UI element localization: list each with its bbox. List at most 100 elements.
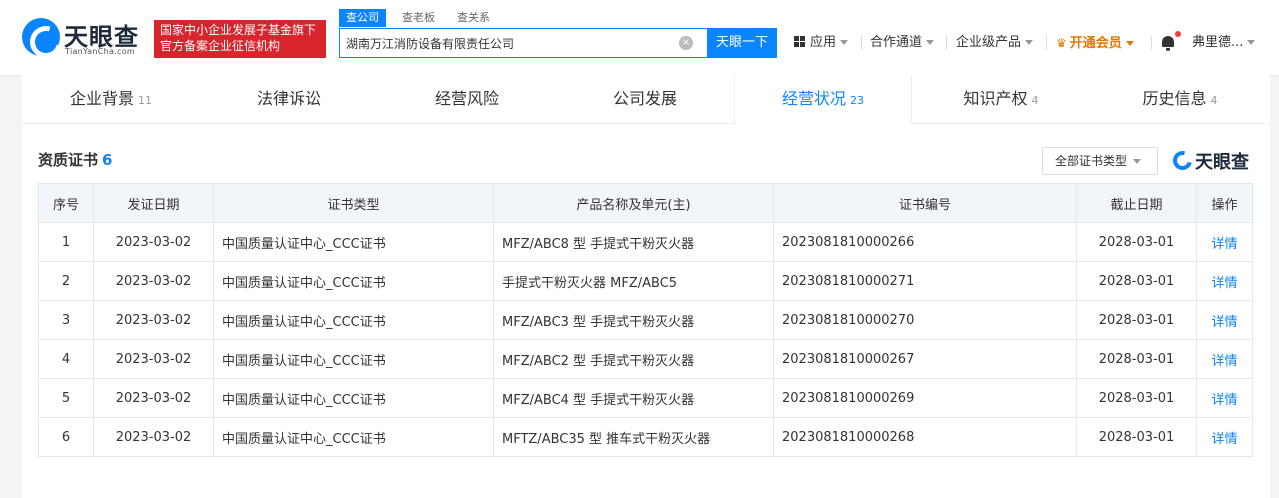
tab-risk[interactable]: 经营风险 xyxy=(378,75,556,123)
chevron-down-icon xyxy=(1125,41,1134,46)
product-name: MFZ/ABC4 型 手提式干粉灭火器 xyxy=(493,378,774,418)
table-row: 6 2023-03-02 中国质量认证中心_CCC证书 MFTZ/ABC35 型 推车… xyxy=(38,417,1253,457)
nav-cooperation[interactable]: 合作通道 xyxy=(870,34,935,52)
banner-line-2: 官方备案企业征信机构 xyxy=(160,39,281,53)
certificate-number: 2023081810000266 xyxy=(773,222,1077,262)
issue-date: 2023-03-02 xyxy=(93,222,214,262)
search-tab-company[interactable]: 查公司 xyxy=(339,9,386,27)
table-row: 3 2023-03-02 中国质量认证中心_CCC证书 MFZ/ABC3 型 手提式干… xyxy=(38,300,1253,340)
expiry-date: 2028-03-01 xyxy=(1076,417,1197,457)
tab-legal[interactable]: 法律诉讼 xyxy=(200,75,378,123)
col-header: 操作 xyxy=(1196,183,1253,223)
certificate-type: 中国质量认证中心_CCC证书 xyxy=(213,222,494,262)
crown-icon: ♛ xyxy=(1056,36,1067,50)
nav-vip[interactable]: ♛ 开通会员 xyxy=(1056,34,1134,52)
nav-apps[interactable]: 应用 xyxy=(794,34,849,52)
nav-divider xyxy=(1151,36,1152,50)
table-row: 4 2023-03-02 中国质量认证中心_CCC证书 MFZ/ABC2 型 手提式干… xyxy=(38,339,1253,379)
certificate-type: 中国质量认证中心_CCC证书 xyxy=(213,378,494,418)
certificate-type: 中国质量认证中心_CCC证书 xyxy=(213,339,494,379)
logo-mark-icon xyxy=(22,18,60,56)
expiry-date: 2028-03-01 xyxy=(1076,339,1197,379)
table-row: 2 2023-03-02 中国质量认证中心_CCC证书 手提式干粉灭火器 MFZ/AB… xyxy=(38,261,1253,301)
certificate-type: 中国质量认证中心_CCC证书 xyxy=(213,300,494,340)
search-tab-boss[interactable]: 查老板 xyxy=(402,9,435,27)
issue-date: 2023-03-02 xyxy=(93,339,214,379)
nav-divider xyxy=(861,36,862,50)
chevron-down-icon xyxy=(840,40,849,45)
row-index: 5 xyxy=(38,378,94,418)
table-row: 5 2023-03-02 中国质量认证中心_CCC证书 MFZ/ABC4 型 手提式干… xyxy=(38,378,1253,418)
nav-divider xyxy=(1046,36,1047,50)
table-row: 1 2023-03-02 中国质量认证中心_CCC证书 MFZ/ABC8 型 手提式干… xyxy=(38,222,1253,262)
search-button[interactable]: 天眼一下 xyxy=(707,28,777,58)
banner-line-1: 国家中小企业发展子基金旗下 xyxy=(160,23,317,37)
detail-link[interactable]: 详情 xyxy=(1196,417,1253,457)
expiry-date: 2028-03-01 xyxy=(1076,378,1197,418)
nav-user[interactable]: 弗里德... xyxy=(1192,34,1256,52)
row-index: 3 xyxy=(38,300,94,340)
detail-link[interactable]: 详情 xyxy=(1196,261,1253,301)
nav-enterprise[interactable]: 企业级产品 xyxy=(956,34,1034,52)
certificate-table: 序号 发证日期 证书类型 产品名称及单元(主) 证书编号 截止日期 操作 1 20… xyxy=(38,183,1253,457)
detail-link[interactable]: 详情 xyxy=(1196,378,1253,418)
certificate-number: 2023081810000270 xyxy=(773,300,1077,340)
notification-dot xyxy=(1175,31,1181,37)
certificate-number: 2023081810000268 xyxy=(773,417,1077,457)
certificate-number: 2023081810000271 xyxy=(773,261,1077,301)
search-box: × xyxy=(339,28,708,58)
issue-date: 2023-03-02 xyxy=(93,417,214,457)
product-name: 手提式干粉灭火器 MFZ/ABC5 xyxy=(493,261,774,301)
detail-link[interactable]: 详情 xyxy=(1196,300,1253,340)
clear-icon[interactable]: × xyxy=(679,36,693,50)
tab-development[interactable]: 公司发展 xyxy=(556,75,734,123)
certificate-type: 中国质量认证中心_CCC证书 xyxy=(213,417,494,457)
col-header: 证书编号 xyxy=(773,183,1077,223)
chevron-down-icon xyxy=(926,40,935,45)
watermark-logo: 天眼查 xyxy=(1169,147,1255,174)
col-header: 截止日期 xyxy=(1076,183,1197,223)
col-header: 发证日期 xyxy=(93,183,214,223)
certificate-number: 2023081810000269 xyxy=(773,378,1077,418)
certificate-type: 中国质量认证中心_CCC证书 xyxy=(213,261,494,301)
product-name: MFZ/ABC2 型 手提式干粉灭火器 xyxy=(493,339,774,379)
apps-grid-icon xyxy=(794,36,805,47)
certificate-panel: 资质证书 6 全部证书类型 天眼查 序号 发证日期 证书类型 产品名称及单元(主)… xyxy=(22,124,1270,498)
company-tabs: 企业背景 11 法律诉讼 经营风险 公司发展 经营状况 23 知识产权 4 历史信息 4 xyxy=(22,75,1270,124)
certificate-type-select[interactable]: 全部证书类型 xyxy=(1042,147,1158,175)
detail-link[interactable]: 详情 xyxy=(1196,339,1253,379)
search-tab-relation[interactable]: 查关系 xyxy=(457,9,490,27)
expiry-date: 2028-03-01 xyxy=(1076,222,1197,262)
row-index: 1 xyxy=(38,222,94,262)
tab-history[interactable]: 历史信息 4 xyxy=(1090,75,1270,123)
row-index: 6 xyxy=(38,417,94,457)
row-index: 4 xyxy=(38,339,94,379)
logo-subtext: TianYanCha.com xyxy=(65,47,135,56)
tianyancha-logo[interactable]: 天眼查 TianYanCha.com xyxy=(22,17,150,59)
product-name: MFTZ/ABC35 型 推车式干粉灭火器 xyxy=(493,417,774,457)
col-header: 序号 xyxy=(38,183,94,223)
issue-date: 2023-03-02 xyxy=(93,378,214,418)
bell-icon[interactable] xyxy=(1161,35,1175,51)
chevron-down-icon xyxy=(1133,159,1142,164)
top-header: 天眼查 TianYanCha.com 国家中小企业发展子基金旗下 官方备案企业征… xyxy=(0,0,1279,75)
official-banner: 国家中小企业发展子基金旗下 官方备案企业征信机构 xyxy=(154,20,326,58)
logo-mark-icon xyxy=(1169,147,1196,174)
tab-background[interactable]: 企业背景 11 xyxy=(22,75,200,123)
col-header: 产品名称及单元(主) xyxy=(493,183,774,223)
search-input[interactable] xyxy=(346,29,676,57)
chevron-down-icon xyxy=(1247,40,1256,45)
issue-date: 2023-03-02 xyxy=(93,261,214,301)
col-header: 证书类型 xyxy=(213,183,494,223)
section-title: 资质证书 6 xyxy=(38,151,113,169)
row-index: 2 xyxy=(38,261,94,301)
section-count: 6 xyxy=(102,151,113,169)
tab-ip[interactable]: 知识产权 4 xyxy=(912,75,1090,123)
table-header-row: 序号 发证日期 证书类型 产品名称及单元(主) 证书编号 截止日期 操作 xyxy=(38,183,1253,223)
issue-date: 2023-03-02 xyxy=(93,300,214,340)
tab-operation[interactable]: 经营状况 23 xyxy=(734,75,912,124)
expiry-date: 2028-03-01 xyxy=(1076,261,1197,301)
certificate-number: 2023081810000267 xyxy=(773,339,1077,379)
nav-divider xyxy=(946,36,947,50)
detail-link[interactable]: 详情 xyxy=(1196,222,1253,262)
